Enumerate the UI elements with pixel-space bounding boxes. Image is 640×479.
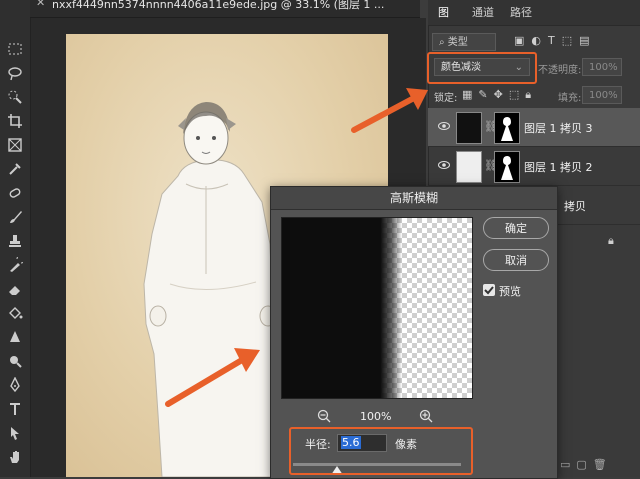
layer-filter-icons[interactable]: ▣◐T⬚▤ [514, 34, 597, 47]
layer-name: 图层 1 拷贝 2 [524, 161, 593, 174]
history-brush-tool-icon[interactable] [4, 256, 26, 274]
tab-paths[interactable]: 路径 [510, 4, 532, 20]
blend-mode-highlight [427, 52, 537, 84]
panel-footer-icons[interactable]: ▭▢🗑︎ [560, 458, 630, 472]
layer-filter-dropdown[interactable]: ⌕ 类型 [432, 33, 496, 51]
blur-tool-icon[interactable] [4, 328, 26, 346]
zoom-in-icon[interactable] [419, 409, 433, 423]
lock-icons[interactable]: ▦✎✥⬚🔒︎ [462, 88, 537, 102]
eye-icon[interactable] [438, 160, 450, 170]
opacity-field[interactable]: 100% [582, 58, 622, 76]
clone-stamp-tool-icon[interactable] [4, 232, 26, 250]
path-selection-tool-icon[interactable] [4, 424, 26, 442]
quick-selection-tool-icon[interactable] [4, 88, 26, 106]
fill-field[interactable]: 100% [582, 86, 622, 104]
radius-highlight [289, 427, 473, 475]
blur-preview[interactable] [281, 217, 473, 399]
annotation-arrow [351, 88, 428, 133]
layer-mask-thumbnail [494, 112, 520, 144]
dialog-title: 高斯模糊 [271, 187, 557, 210]
tab-channels[interactable]: 通道 [472, 4, 494, 20]
document-tab[interactable]: ✕ nxxf4449nn5374nnnn4406a11e9ede.jpg @ 3… [30, 0, 420, 18]
eyedropper-tool-icon[interactable] [4, 160, 26, 178]
ok-button[interactable]: 确定 [483, 217, 549, 239]
layer-row[interactable]: ⛓ 图层 1 拷贝 2 [428, 147, 640, 186]
lock-label: 锁定: [434, 93, 458, 104]
eye-icon[interactable] [438, 121, 450, 131]
lasso-tool-icon[interactable] [4, 64, 26, 82]
fill-label: 填充: [558, 93, 582, 104]
layer-thumbnail [456, 112, 482, 144]
eraser-tool-icon[interactable] [4, 280, 26, 298]
checkmark-icon [484, 286, 494, 295]
brush-tool-icon[interactable] [4, 208, 26, 226]
layer-row[interactable]: ⛓ 图层 1 拷贝 3 [428, 108, 640, 147]
zoom-out-icon[interactable] [317, 409, 331, 423]
opacity-label: 不透明度: [538, 65, 582, 76]
layer-name: 拷贝 [564, 200, 586, 213]
preview-label: 预览 [499, 285, 521, 298]
annotation-arrow [165, 348, 260, 407]
marquee-tool-icon[interactable] [4, 40, 26, 58]
tools-panel [0, 0, 31, 477]
dodge-tool-icon[interactable] [4, 352, 26, 370]
close-icon[interactable]: ✕ [36, 0, 45, 9]
preview-checkbox[interactable] [483, 284, 495, 296]
healing-brush-tool-icon[interactable] [4, 184, 26, 202]
preview-dark-area [282, 218, 402, 398]
document-title: nxxf4449nn5374nnnn4406a11e9ede.jpg @ 33.… [52, 0, 385, 11]
layer-name: 图层 1 拷贝 3 [524, 122, 593, 135]
type-tool-icon[interactable] [4, 400, 26, 418]
cancel-button[interactable]: 取消 [483, 249, 549, 271]
frame-tool-icon[interactable] [4, 136, 26, 154]
layer-filter-kind: 类型 [447, 37, 468, 48]
hand-tool-icon[interactable] [4, 448, 26, 466]
layer-mask-thumbnail [494, 151, 520, 183]
pen-tool-icon[interactable] [4, 376, 26, 394]
gaussian-blur-dialog: 高斯模糊 确定 取消 预览 100% 半径: 5.6 像素 [270, 186, 558, 479]
layer-thumbnail [456, 151, 482, 183]
lock-icon: 🔒︎ [608, 234, 614, 247]
zoom-level: 100% [360, 410, 392, 423]
paint-bucket-tool-icon[interactable] [4, 304, 26, 322]
search-icon: ⌕ [439, 37, 445, 48]
crop-tool-icon[interactable] [4, 112, 26, 130]
panel-tab-bar: 图 通道 路径 [428, 0, 640, 26]
tab-layers[interactable]: 图 [438, 4, 449, 20]
